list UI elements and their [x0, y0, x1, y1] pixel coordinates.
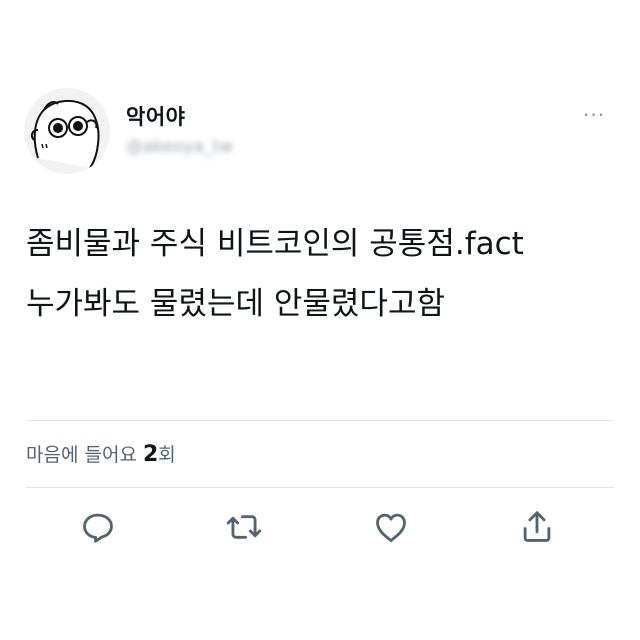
- likes-summary[interactable]: 마음에 들어요 2회: [26, 440, 176, 467]
- display-name[interactable]: 악어야: [126, 101, 185, 131]
- avatar-character-icon: [30, 100, 100, 169]
- tweet-text-line: 누가봐도 물렸는데 안물렸다고함: [26, 286, 445, 322]
- tweet-text-line: 좀비물과 주식 비트코인의 공통점.fact: [26, 226, 524, 262]
- avatar[interactable]: [24, 88, 110, 174]
- more-options-icon[interactable]: ···: [583, 103, 605, 127]
- share-icon: [523, 511, 551, 542]
- divider: [26, 487, 614, 488]
- retweet-icon: [226, 515, 262, 539]
- like-icon: [376, 513, 406, 542]
- retweet-button[interactable]: [225, 508, 263, 546]
- likes-label: 마음에 들어요: [26, 444, 137, 466]
- user-handle[interactable]: @akeoya_tw: [126, 137, 233, 163]
- share-button[interactable]: [518, 508, 556, 546]
- likes-suffix: 회: [158, 444, 176, 466]
- likes-count: 2: [142, 442, 159, 467]
- divider: [26, 420, 614, 421]
- tweet-text: 좀비물과 주식 비트코인의 공통점.fact 누가봐도 물렸는데 안물렸다고함: [26, 214, 616, 334]
- reply-icon: [83, 513, 113, 543]
- reply-button[interactable]: [79, 508, 117, 546]
- like-button[interactable]: [372, 508, 410, 546]
